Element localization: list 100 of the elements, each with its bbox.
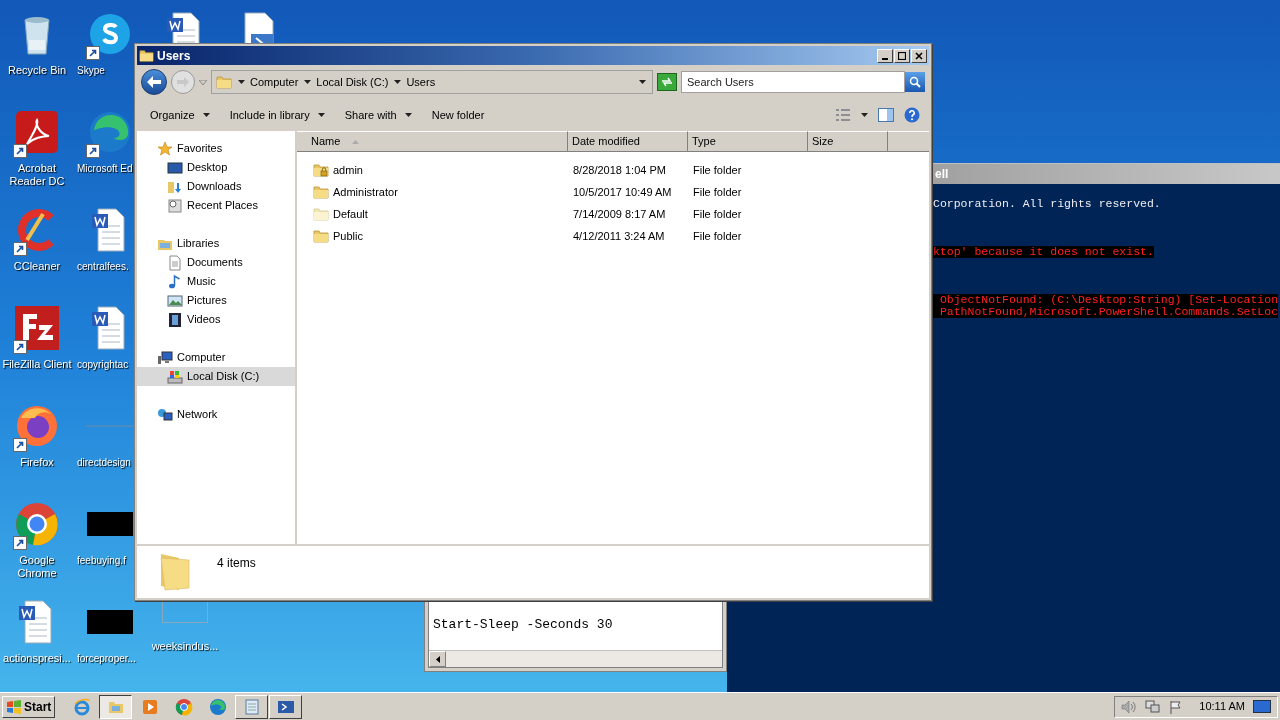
folder-icon [313,206,329,222]
notepad-icon [242,697,261,716]
date-modified: 10/5/2017 10:49 AM [572,184,673,200]
date-modified: 7/14/2009 8:17 AM [572,206,667,222]
file-row[interactable]: Public 4/12/2011 3:24 AM File folder [297,225,929,247]
navigation-item[interactable]: Videos [137,310,295,329]
column-header[interactable]: Date modified [568,131,688,152]
file-name: Default [333,206,368,222]
navigation-item[interactable]: Local Disk (C:) [137,367,295,386]
caret-icon [394,80,402,84]
folder-icon [216,74,232,90]
navigation-item[interactable]: Computer [137,348,295,367]
folder-icon [313,228,329,244]
navigation-item[interactable]: Desktop [137,158,295,177]
desktop-icon-label[interactable]: Acrobat Reader DC [1,162,73,188]
back-arrow-icon [147,76,161,88]
computer-icon [157,349,173,366]
clock[interactable]: 10:11 AM [1199,698,1245,715]
refresh-button[interactable] [657,73,677,91]
network-icon[interactable] [1145,699,1162,714]
console-line: Corporation. All rights reserved. [933,198,1161,210]
minimize-button[interactable] [877,48,893,63]
music-note-icon [167,273,183,290]
search-icon [909,76,921,88]
navigation-item[interactable]: Recent Places [137,196,295,215]
toolbar-button[interactable]: Share with [334,103,422,127]
refresh-icon [661,77,673,87]
folder-icon [139,48,154,63]
desktop-icon-label[interactable]: centralfees. [77,260,129,273]
document-icon [167,254,183,271]
preview-pane-icon[interactable] [878,108,894,122]
file-type: File folder [692,162,743,178]
file-name: Public [333,228,363,244]
internet-explorer-icon [72,697,91,716]
script-line: Start-Sleep -Seconds 30 [433,615,614,634]
media-player-icon [140,697,159,716]
desktop-icon-label[interactable]: copyrightac [77,358,129,371]
file-name: Administrator [333,184,398,200]
navigation-item[interactable]: Documents [137,253,295,272]
caret-icon [404,113,412,117]
chrome-icon [174,697,193,716]
navigation-item[interactable]: Network [137,405,295,424]
show-desktop-icon[interactable] [1253,699,1271,714]
desktop-icon-label[interactable]: Microsoft Ed [77,162,133,175]
folder-icon [313,184,329,200]
maximize-icon [898,51,906,60]
start-button[interactable]: Start [2,695,56,718]
caret-icon [238,80,245,84]
film-strip-icon [167,311,183,328]
search-button[interactable] [905,72,925,92]
caret-icon [304,80,312,84]
help-icon[interactable] [904,107,920,123]
column-header[interactable]: Type [688,131,808,152]
caret-icon [639,80,646,84]
forward-arrow-icon [177,77,189,87]
maximize-button[interactable] [894,48,910,63]
disk-drive-icon [167,368,183,385]
file-row[interactable]: admin 8/28/2018 1:04 PM File folder [297,159,929,181]
caret-icon [317,113,325,117]
toolbar-button[interactable]: Include in library [219,103,335,127]
toolbar-button[interactable]: Organize [140,103,220,127]
caret-icon [202,113,210,117]
horizontal-scrollbar[interactable] [429,650,722,667]
pictures-icon [167,292,183,309]
navigation-item[interactable]: Favorites [137,139,295,158]
acrobat-icon [13,108,61,156]
breadcrumb-item[interactable]: Local Disk (C:) [304,73,389,91]
chrome-icon [13,500,61,548]
file-type: File folder [692,184,743,200]
taskbar-app-button[interactable] [99,694,133,719]
desktop-icon-label[interactable]: CCleaner [13,260,61,273]
desktop-icon-label[interactable]: Skype [77,64,105,77]
desktop-icon-label[interactable]: FileZilla Client [2,358,72,371]
navigation-item[interactable]: Pictures [137,291,295,310]
back-button[interactable] [141,69,167,95]
toolbar-button[interactable]: New folder [421,103,495,127]
breadcrumb-item[interactable]: Users [394,73,436,91]
breadcrumb-item[interactable]: Computer [238,73,299,91]
desktop-icon-label[interactable]: Recycle Bin [7,64,67,77]
flag-icon[interactable] [1169,699,1184,714]
address-bar[interactable]: Computer Local Disk (C:) Users [211,70,653,94]
close-button[interactable] [911,48,927,63]
scroll-left-button[interactable] [429,651,446,667]
search-field[interactable]: Search Users [681,71,905,93]
column-header[interactable]: Size [808,131,888,152]
file-row[interactable]: Default 7/14/2009 8:17 AM File folder [297,203,929,225]
navigation-item[interactable]: Libraries [137,234,295,253]
column-header[interactable]: Name [297,131,568,152]
caret-icon [861,113,868,117]
desktop-icon [167,159,183,176]
navigation-item[interactable]: Music [137,272,295,291]
navigation-item[interactable]: Downloads [137,177,295,196]
left-arrow-icon [435,655,440,663]
minimize-icon [882,57,888,60]
date-modified: 8/28/2018 1:04 PM [572,162,667,178]
recent-places-icon [167,197,183,214]
item-count: 4 items [217,555,256,572]
file-row[interactable]: Administrator 10/5/2017 10:49 AM File folder [297,181,929,203]
edge-icon [208,697,227,716]
date-modified: 4/12/2011 3:24 AM [572,228,666,244]
